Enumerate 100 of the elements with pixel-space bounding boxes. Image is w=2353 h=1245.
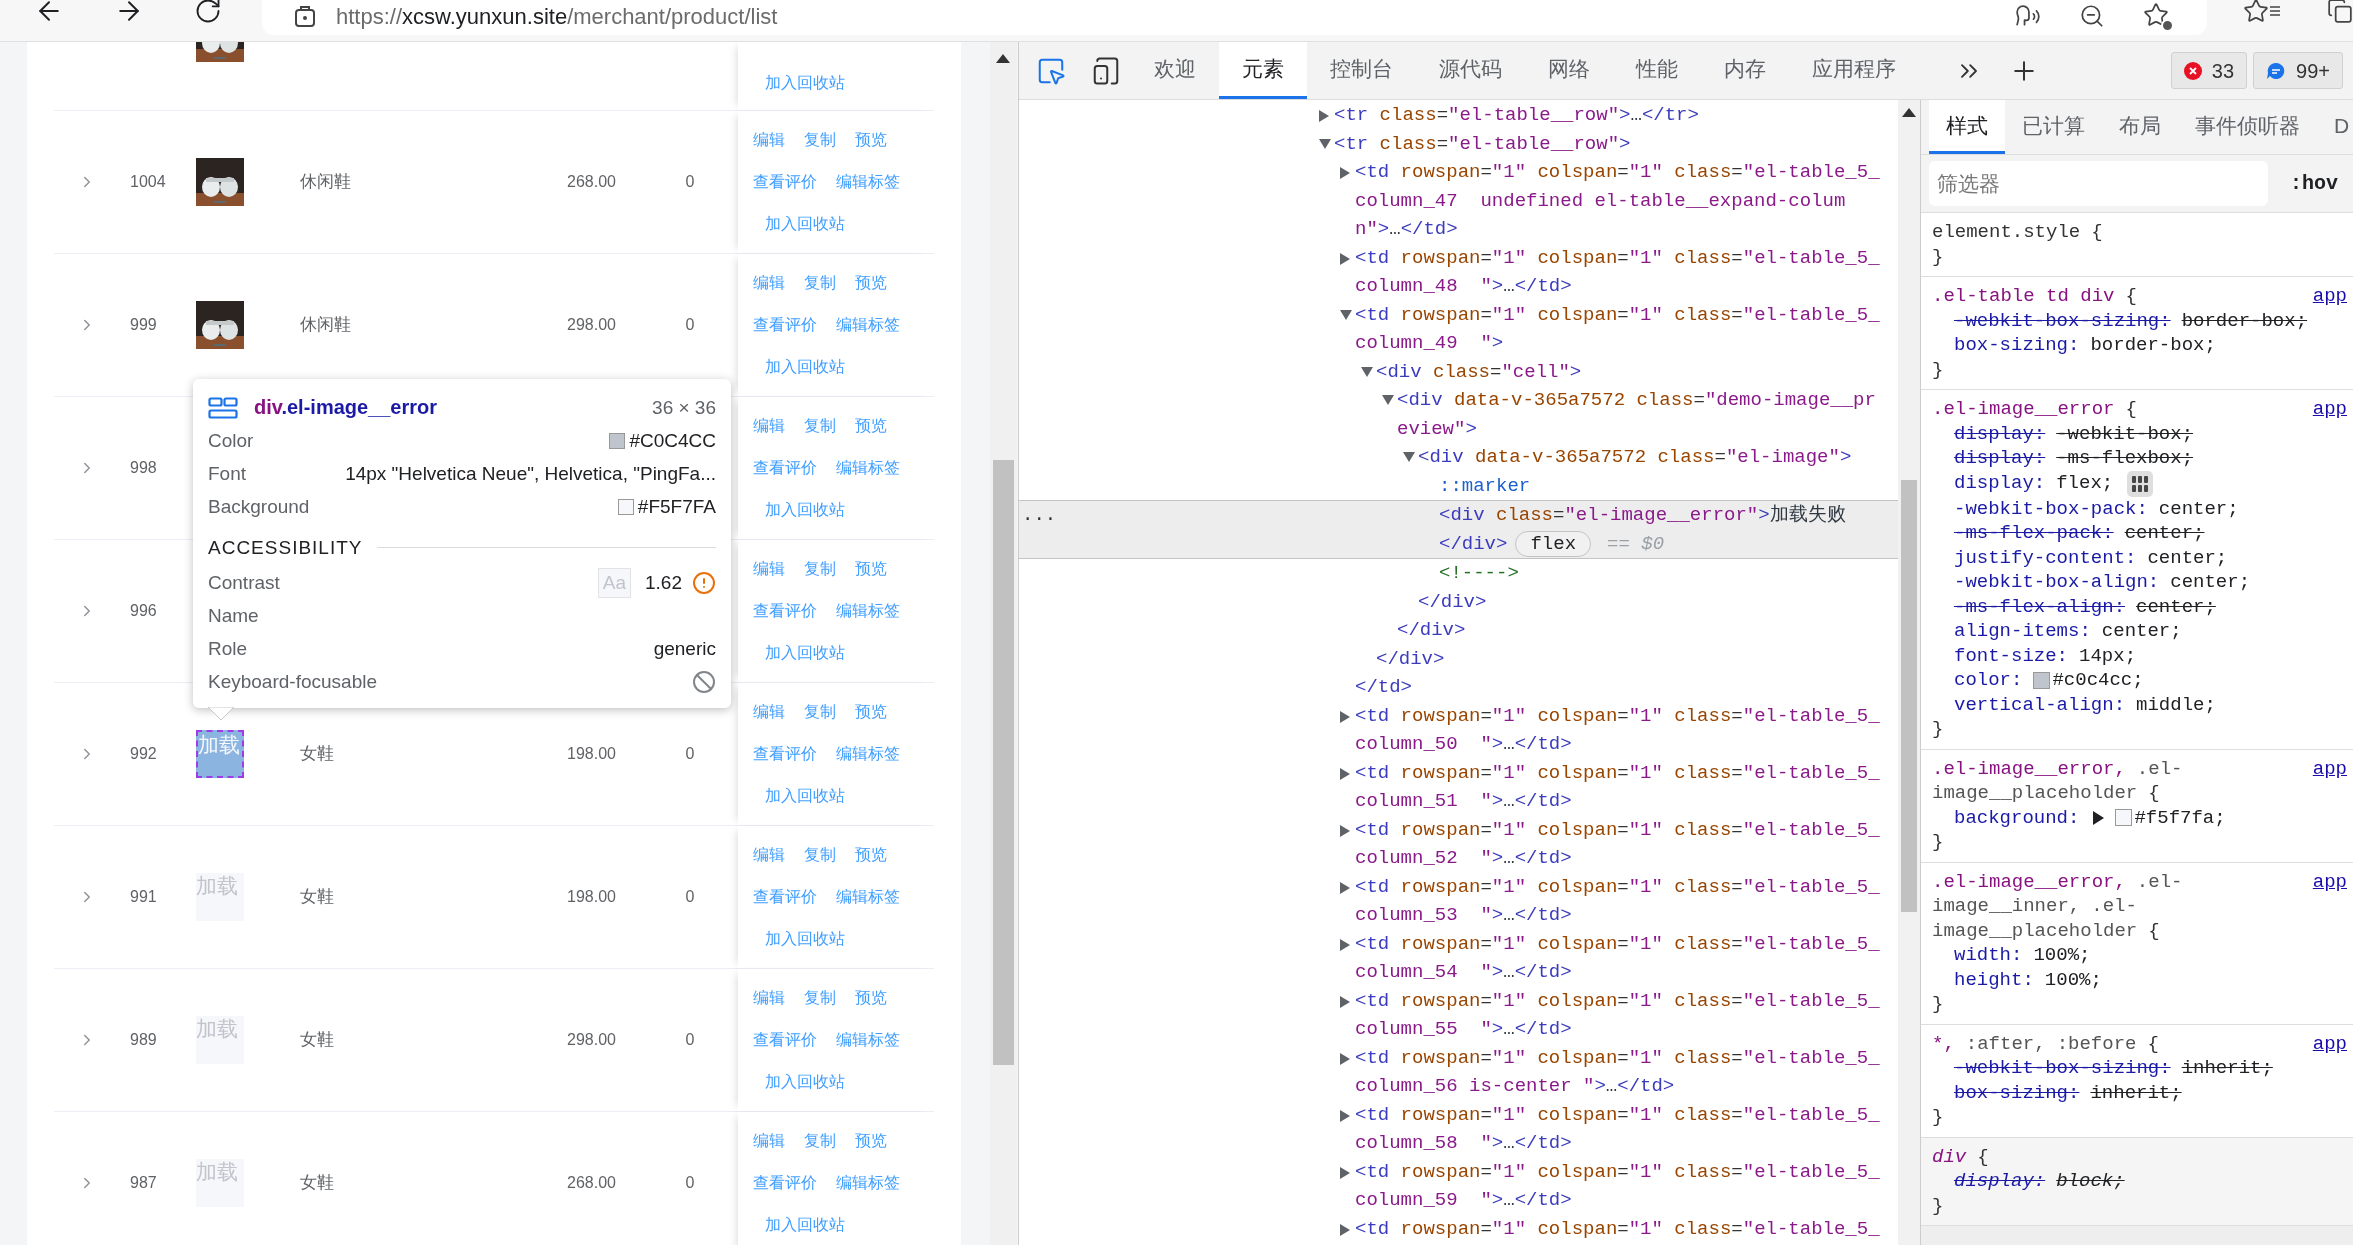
add-favorite-icon[interactable] [2143, 2, 2171, 30]
property-value[interactable]: flex; [2056, 471, 2114, 496]
source-link[interactable]: app [2312, 1031, 2347, 1056]
property-value[interactable]: inherit; [2090, 1080, 2182, 1105]
property-value[interactable]: center; [2101, 619, 2182, 644]
dom-node[interactable]: <div data-v-365a7572 class="el-image"> [1418, 443, 1852, 472]
scrollbar[interactable] [1898, 100, 1920, 1245]
devtools-tab[interactable]: 应用程序 [1789, 42, 1919, 99]
disclosure-triangle-icon[interactable] [1340, 824, 1351, 837]
disclosure-triangle-icon[interactable] [1340, 1109, 1351, 1122]
dom-node[interactable]: <td rowspan="1" colspan="1" class="el-table_5_column_47 undefined el-table__expand-column">…</td> [1355, 158, 1886, 244]
property-value[interactable]: center; [2170, 570, 2251, 595]
dom-node[interactable]: <td rowspan="1" colspan="1" class="el-table_5_column_52 ">…</td> [1355, 815, 1886, 873]
dom-node[interactable]: <td rowspan="1" colspan="1" class="el-table_5_column_50 ">…</td> [1355, 701, 1886, 759]
property-name[interactable]: -webkit-box-sizing: [1954, 1056, 2171, 1081]
dom-node[interactable]: <td rowspan="1" colspan="1" class="el-table_5_column_59 ">…</td> [1355, 1157, 1886, 1215]
devtools-tab[interactable]: 欢迎 [1131, 42, 1219, 99]
disclosure-triangle-icon[interactable] [1340, 767, 1351, 780]
property-value[interactable]: 100%; [2033, 943, 2091, 968]
property-name[interactable]: -webkit-box-pack: [1954, 496, 2148, 521]
dom-node[interactable]: <td rowspan="1" colspan="1" class="el-table_5_column_48 ">…</td> [1355, 243, 1886, 301]
property-value[interactable]: center; [2136, 594, 2216, 619]
property-value[interactable]: block; [2056, 1169, 2125, 1194]
favorites-icon[interactable] [2243, 0, 2281, 24]
expand-triangle-icon[interactable] [2093, 810, 2105, 825]
device-toolbar-icon[interactable] [1091, 55, 1121, 86]
dom-node[interactable]: <td rowspan="1" colspan="1" class="el-table_5_column_51 ">…</td> [1355, 758, 1886, 816]
property-name[interactable]: -webkit-box-sizing: [1954, 308, 2171, 333]
disclosure-triangle-icon[interactable] [1340, 1052, 1351, 1065]
property-name[interactable]: box-sizing: [1954, 333, 2080, 358]
closing-tag[interactable]: </div> [1418, 587, 1487, 616]
styles-tab[interactable]: 已计算 [2005, 100, 2102, 154]
dom-node[interactable]: <td rowspan="1" colspan="1" class="el-table_5_column_58 ">…</td> [1355, 1100, 1886, 1158]
disclosure-triangle-icon[interactable] [1403, 452, 1415, 463]
closing-tag[interactable]: </div> [1397, 616, 1466, 645]
styles-tab[interactable]: 样式 [1929, 100, 2005, 154]
closing-tag[interactable]: </td> [1355, 673, 1412, 702]
property-value[interactable]: middle; [2136, 692, 2216, 717]
site-info-icon[interactable] [294, 4, 316, 28]
disclosure-triangle-icon[interactable] [1340, 938, 1351, 951]
dom-node[interactable]: <td rowspan="1" colspan="1" class="el-table_5_column_54 ">…</td> [1355, 929, 1886, 987]
property-name[interactable]: vertical-align: [1954, 692, 2126, 717]
error-count-badge[interactable]: 33 [2170, 52, 2248, 89]
property-value[interactable]: center; [2124, 521, 2205, 546]
devtools-tab[interactable]: 内存 [1701, 42, 1789, 99]
selected-node-highlight[interactable]: ... <div class="el-image__error">加载失败 </div> flex == $0 [1019, 500, 1898, 559]
disclosure-triangle-icon[interactable] [1340, 995, 1351, 1008]
dom-node[interactable]: <td rowspan="1" colspan="1" class="el-table_5_column_49 "> [1355, 300, 1886, 358]
disclosure-triangle-icon[interactable] [1340, 1223, 1351, 1236]
devtools-tab[interactable]: 性能 [1613, 42, 1701, 99]
read-aloud-icon[interactable] [2015, 3, 2041, 29]
css-selector[interactable]: .el-image__error { [1932, 397, 2232, 422]
dom-node[interactable]: <tr class="el-table__row">…</tr> [1334, 101, 1699, 130]
property-value[interactable]: -ms-flexbox; [2056, 446, 2194, 471]
property-name[interactable]: -ms-flex-pack: [1954, 521, 2114, 546]
styles-tab[interactable]: D [2317, 100, 2353, 154]
url-text[interactable]: https://xcsw.yunxun.site/merchant/product/list [336, 0, 778, 33]
filter-field[interactable]: 筛选器 [1929, 161, 2268, 206]
closing-tag[interactable]: </div> [1376, 644, 1445, 673]
devtools-tab[interactable]: 元素 [1219, 42, 1307, 99]
css-selector[interactable]: element.style { [1932, 220, 2232, 245]
property-name[interactable]: -ms-flex-align: [1954, 594, 2126, 619]
flex-badge[interactable]: flex [1515, 530, 1592, 557]
dom-node[interactable]: <div data-v-365a7572 class="demo-image__preview"> [1397, 386, 1886, 443]
disclosure-triangle-icon[interactable] [1340, 309, 1352, 321]
css-selector[interactable]: .el-image__error, .el-image__inner, .el-image__placeholder { [1932, 869, 2232, 943]
dom-node[interactable]: <td rowspan="1" colspan="1" class="el-table_5_column_55 ">…</td> [1355, 986, 1886, 1044]
disclosure-triangle-icon[interactable] [1340, 710, 1351, 723]
disclosure-triangle-icon[interactable] [1340, 881, 1351, 894]
disclosure-triangle-icon[interactable] [1319, 110, 1330, 122]
property-name[interactable]: justify-content: [1954, 545, 2137, 570]
flexbox-editor-icon[interactable] [2127, 470, 2154, 497]
property-name[interactable]: display: [1954, 421, 2046, 446]
collections-icon[interactable] [2327, 0, 2353, 24]
property-value[interactable]: #f5f7fa; [2134, 805, 2226, 830]
disclosure-triangle-icon[interactable] [1319, 138, 1331, 150]
source-link[interactable]: app [2312, 284, 2347, 309]
address-bar[interactable]: https://xcsw.yunxun.site/merchant/product/list [262, 0, 2207, 35]
disclosure-triangle-icon[interactable] [1340, 252, 1351, 265]
property-name[interactable]: color: [1954, 668, 2023, 693]
css-selector[interactable]: div { [1932, 1144, 2232, 1169]
dom-node[interactable]: <div class="cell"> [1376, 357, 1582, 386]
property-name[interactable]: background: [1954, 805, 2080, 830]
styles-tab[interactable]: 布局 [2102, 100, 2178, 154]
message-count-badge[interactable]: 99+ [2253, 52, 2343, 89]
dom-node[interactable]: <td rowspan="1" colspan="1" class="el-table_5_column_53 ">…</td> [1355, 872, 1886, 930]
source-link[interactable]: app [2312, 756, 2347, 806]
property-name[interactable]: display: [1954, 1169, 2046, 1194]
dom-node[interactable]: ::marker [1439, 471, 1531, 500]
devtools-tab[interactable]: 源代码 [1416, 42, 1525, 99]
node-menu-dots[interactable]: ... [1022, 501, 1057, 530]
closing-tag[interactable]: </div> [1439, 529, 1508, 558]
dom-node[interactable]: <tr class="el-table__row"> [1334, 129, 1631, 158]
scrollbar-thumb[interactable] [993, 460, 1014, 1065]
property-name[interactable]: display: [1954, 446, 2046, 471]
css-selector[interactable]: .el-table td div { [1932, 284, 2232, 309]
color-swatch[interactable] [2115, 809, 2133, 827]
zoom-out-icon[interactable] [2079, 3, 2105, 29]
css-selector[interactable]: *, :after, :before { [1932, 1031, 2232, 1056]
scroll-up-icon[interactable] [996, 54, 1010, 63]
